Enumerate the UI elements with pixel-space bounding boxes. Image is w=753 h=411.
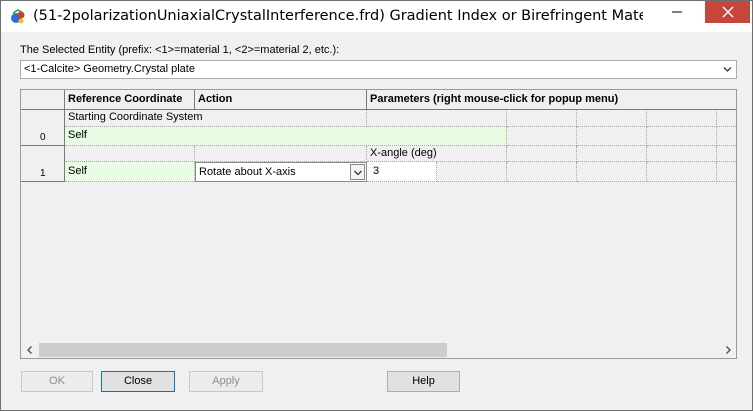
empty-cell [507,162,577,182]
coordinate-table[interactable]: Reference Coordinate Action Parameters (… [20,89,737,359]
horizontal-scrollbar[interactable] [22,342,736,358]
x-angle-label: X-angle (deg) [367,146,507,162]
scroll-right-icon[interactable] [723,345,733,355]
x-angle-input[interactable]: 3 [367,162,437,182]
scrollbar-thumb[interactable] [39,343,447,357]
empty-cell [647,110,717,127]
chevron-down-icon [354,170,362,176]
action-header: Action [195,90,367,110]
close-icon [722,6,733,18]
minimize-button[interactable] [654,1,700,23]
starting-coordinate-system-label: Starting Coordinate System [65,110,367,127]
app-icon [11,9,25,24]
reference-cell[interactable]: Self [65,127,507,146]
chevron-down-icon [723,67,732,72]
empty-cell [577,110,647,127]
empty-cell [507,146,577,162]
action-dropdown[interactable]: Rotate about X-axis [195,162,367,182]
row-number: 1 [40,168,46,179]
close-window-button[interactable] [705,1,750,23]
action-dropdown-button[interactable] [350,164,365,180]
window-title: (51-2polarizationUniaxialCrystalInterfer… [33,8,643,24]
dialog-window: (51-2polarizationUniaxialCrystalInterfer… [0,0,753,411]
empty-cell [647,146,717,162]
action-value: Rotate about X-axis [199,166,296,178]
empty-cell [577,162,647,182]
selected-entity-value: <1-Calcite> Geometry.Crystal plate [24,63,195,75]
selected-entity-dropdown[interactable]: <1-Calcite> Geometry.Crystal plate [20,60,737,79]
empty-cell [65,146,195,162]
reference-header: Reference Coordinate [65,90,195,110]
empty-cell [195,146,367,162]
empty-cell [717,146,736,162]
empty-cell [367,110,507,127]
title-bar[interactable]: (51-2polarizationUniaxialCrystalInterfer… [1,1,752,32]
row-header-0[interactable]: 0 [21,110,65,146]
corner-header [21,90,65,110]
help-button[interactable]: Help [387,371,460,392]
empty-cell [437,162,507,182]
reference-cell[interactable]: Self [65,162,195,182]
apply-button[interactable]: Apply [189,371,263,392]
row-header-1[interactable]: 1 [21,146,65,182]
parameters-header: Parameters (right mouse-click for popup … [367,90,736,110]
selected-entity-label: The Selected Entity (prefix: <1>=materia… [20,44,340,56]
ok-button[interactable]: OK [21,371,93,392]
empty-cell [577,146,647,162]
empty-cell [507,110,577,127]
scroll-left-icon[interactable] [25,345,35,355]
empty-cell [647,127,717,146]
empty-cell [577,127,647,146]
close-button[interactable]: Close [101,371,175,392]
minimize-icon [672,11,682,13]
row-number: 0 [40,132,46,143]
empty-cell [717,162,736,182]
empty-cell [717,110,736,127]
empty-cell [647,162,717,182]
empty-cell [507,127,577,146]
empty-cell [717,127,736,146]
